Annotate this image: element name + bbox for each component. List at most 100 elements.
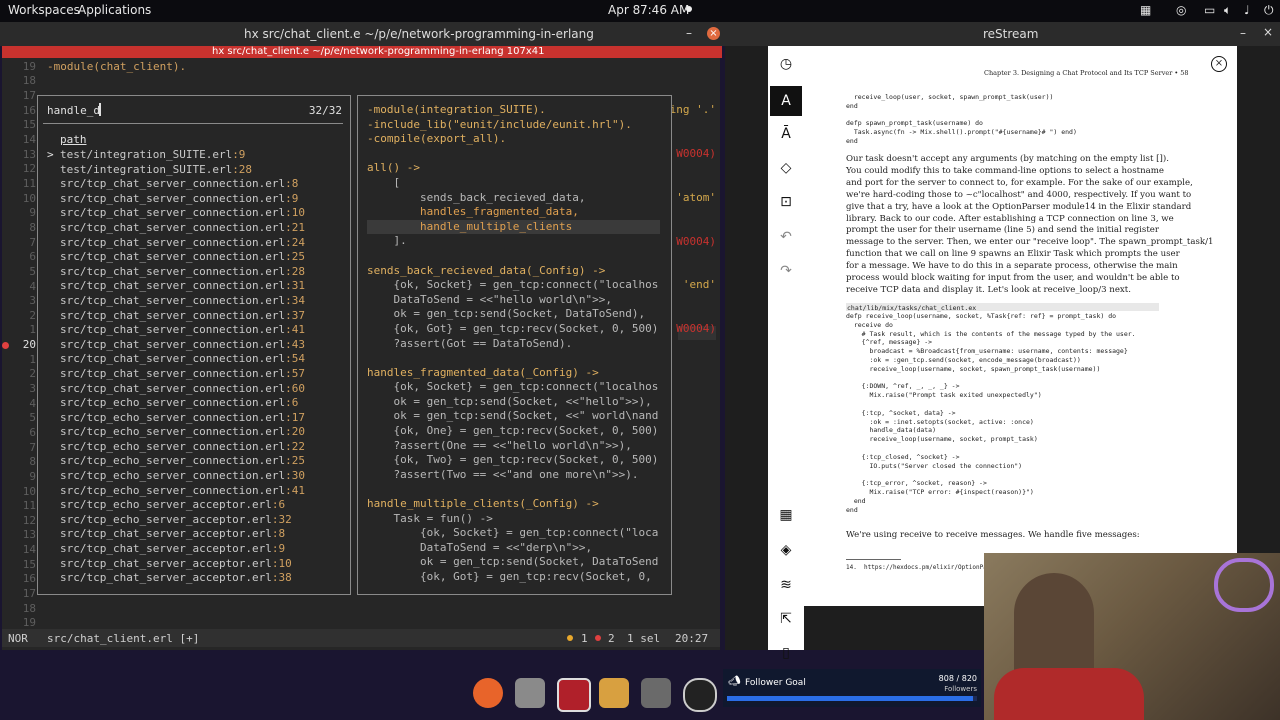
preview-code-line: sends_back_recieved_data, [367, 190, 586, 204]
file-picker[interactable]: handle_d 32/32 path > test/integration_S… [37, 95, 351, 595]
text-cursor [99, 103, 101, 116]
applications-menu[interactable]: Applications [78, 3, 151, 17]
line-number: 17 [22, 587, 36, 600]
webcam-overlay [984, 553, 1280, 720]
workspaces-menu[interactable]: Workspaces [8, 3, 80, 17]
picker-item[interactable]: src/tcp_echo_server_connection.erl:22 [60, 440, 305, 455]
follower-goal-widget: 📣︎ Follower Goal 808 / 820 Followers [723, 669, 981, 707]
line-number: 9 [29, 206, 36, 219]
terminal-app-icon[interactable] [557, 678, 591, 712]
volume-icon[interactable]: 🔈︎ [1224, 3, 1231, 18]
picker-item[interactable]: src/tcp_chat_server_connection.erl:41 [60, 323, 305, 338]
code-line: :ok = :inet.setopts(socket, active: :onc… [846, 417, 1034, 426]
picker-item[interactable]: src/tcp_chat_server_connection.erl:34 [60, 294, 305, 309]
history-icon[interactable]: ◷ [777, 55, 795, 73]
picker-item[interactable]: src/tcp_chat_server_acceptor.erl:38 [60, 571, 305, 586]
minimize-icon[interactable]: – [686, 26, 692, 40]
picker-item[interactable]: src/tcp_chat_server_connection.erl:9 [60, 192, 305, 207]
editor-mode: NOR [8, 632, 28, 645]
brush-icon[interactable]: Ā [777, 125, 795, 143]
line-number: 4 [29, 397, 36, 410]
picker-item[interactable]: src/tcp_chat_server_connection.erl:28 [60, 265, 305, 280]
picker-item[interactable]: src/tcp_chat_server_connection.erl:60 [60, 382, 305, 397]
firefox-icon[interactable] [473, 678, 503, 708]
file-preview: -module(integration_SUITE). -include_lib(… [357, 95, 672, 595]
eraser-icon[interactable]: ◇ [777, 159, 795, 177]
picker-item[interactable]: src/tcp_chat_server_connection.erl:21 [60, 221, 305, 236]
status-line: NOR src/chat_client.erl [+] 1 2 1 sel 20… [2, 629, 720, 647]
line-number: 4 [29, 280, 36, 293]
minimize-icon[interactable]: – [1240, 26, 1246, 40]
terminal-body[interactable]: 19 18 17 16 15 14 13 12 11 10 9 8 7 6 5 … [2, 58, 720, 650]
picker-item[interactable]: src/tcp_chat_server_connection.erl:8 [60, 177, 305, 192]
line-number: 18 [22, 602, 36, 615]
picker-item[interactable]: src/tcp_echo_server_connection.erl:6 [60, 396, 305, 411]
picker-search-input[interactable]: handle_d [47, 104, 100, 117]
preview-code-line [367, 147, 658, 162]
picker-item[interactable]: src/tcp_chat_server_connection.erl:54 [60, 352, 305, 367]
picker-item[interactable]: src/tcp_chat_server_acceptor.erl:8 [60, 527, 305, 542]
picker-item[interactable]: test/integration_SUITE.erl:28 [60, 163, 305, 178]
code-line: end [846, 136, 858, 145]
grid-view-icon[interactable]: ▦ [777, 506, 795, 524]
picker-item[interactable]: src/tcp_chat_server_acceptor.erl:10 [60, 557, 305, 572]
mic-icon[interactable]: ♩ [1244, 3, 1250, 17]
picker-item[interactable]: src/tcp_chat_server_connection.erl:24 [60, 236, 305, 251]
follower-count: 808 / 820 [938, 674, 977, 683]
picker-item[interactable]: src/tcp_chat_server_connection.erl:57 [60, 367, 305, 382]
picker-item[interactable]: src/tcp_chat_server_connection.erl:37 [60, 309, 305, 324]
redo-icon[interactable]: ↷ [777, 262, 795, 280]
tag-icon[interactable]: ◈ [777, 541, 795, 559]
current-line-number: 20 [22, 338, 36, 351]
picker-item[interactable]: src/tcp_chat_server_connection.erl:10 [60, 206, 305, 221]
code-line: {:tcp_error, ^socket, reason} -> [846, 479, 987, 488]
code-line: {:DOWN, ^ref, _, _, _} -> [846, 382, 960, 391]
top-bar: Workspaces Applications Apr 8 7:46 AM ▦ … [0, 0, 1280, 22]
paragraph-line: prompt the user for their username (line… [846, 225, 1159, 236]
picker-item[interactable]: src/tcp_echo_server_acceptor.erl:32 [60, 513, 305, 528]
undo-icon[interactable]: ↶ [777, 228, 795, 246]
picker-item[interactable]: src/tcp_echo_server_connection.erl:20 [60, 425, 305, 440]
picker-item[interactable]: src/tcp_chat_server_connection.erl:31 [60, 279, 305, 294]
code-block-top: receive_loop(user, socket, spawn_prompt_… [846, 93, 1077, 146]
picker-item[interactable]: src/tcp_echo_server_connection.erl:25 [60, 454, 305, 469]
document-icon[interactable]: ▯ [777, 644, 795, 662]
picker-item[interactable]: src/tcp_chat_server_connection.erl:43 [60, 338, 305, 353]
line-number: 2 [29, 309, 36, 322]
picker-item[interactable]: test/integration_SUITE.erl:9 [60, 148, 305, 163]
line-number: 14 [22, 133, 36, 146]
close-icon[interactable]: × [1263, 25, 1273, 39]
clock-date[interactable]: Apr 8 [608, 3, 640, 17]
preview-code-line: ok = gen_tcp:send(Socket, DataToSend), [367, 307, 646, 321]
close-document-icon[interactable]: × [1211, 56, 1227, 72]
wifi-icon[interactable]: ◎ [1176, 3, 1186, 17]
preview-code-line: [ [367, 175, 401, 189]
line-number: 2 [29, 367, 36, 380]
files-icon[interactable] [515, 678, 545, 708]
picker-item[interactable]: src/tcp_echo_server_connection.erl:41 [60, 484, 305, 499]
paragraph-line: message to the server. Then, we enter ou… [846, 237, 1214, 248]
preview-code-line: DataToSend = <<"hello world\n">>, [367, 292, 613, 306]
clock-time[interactable]: 7:46 AM [640, 3, 689, 17]
picker-item[interactable]: src/tcp_echo_server_connection.erl:30 [60, 469, 305, 484]
code-line: receive do [846, 320, 893, 329]
picker-item[interactable]: src/tcp_chat_server_connection.erl:25 [60, 250, 305, 265]
select-icon[interactable]: ⊡ [777, 193, 795, 211]
power-icon[interactable]: ⏻ [1264, 3, 1274, 18]
settings-icon[interactable] [641, 678, 671, 708]
picker-item[interactable]: src/tcp_echo_server_acceptor.erl:6 [60, 498, 305, 513]
pen-tool-icon[interactable]: A [770, 86, 802, 116]
close-icon[interactable]: × [707, 27, 720, 40]
share-icon[interactable]: ⇱ [777, 610, 795, 628]
paragraph-line: for a message. We have to do this in a s… [846, 261, 1178, 272]
picker-item[interactable]: src/tcp_echo_server_connection.erl:17 [60, 411, 305, 426]
archive-icon[interactable] [599, 678, 629, 708]
code-line: {^ref, message} -> [846, 338, 933, 347]
picker-item[interactable]: src/tcp_chat_server_acceptor.erl:9 [60, 542, 305, 557]
layers-icon[interactable]: ≋ [777, 576, 795, 594]
battery-icon[interactable]: ▭ [1204, 3, 1215, 17]
preview-code-line: handle_multiple_clients(_Config) -> [367, 497, 599, 511]
grid-icon[interactable]: ▦ [1140, 3, 1151, 17]
obs-icon[interactable] [683, 678, 717, 712]
